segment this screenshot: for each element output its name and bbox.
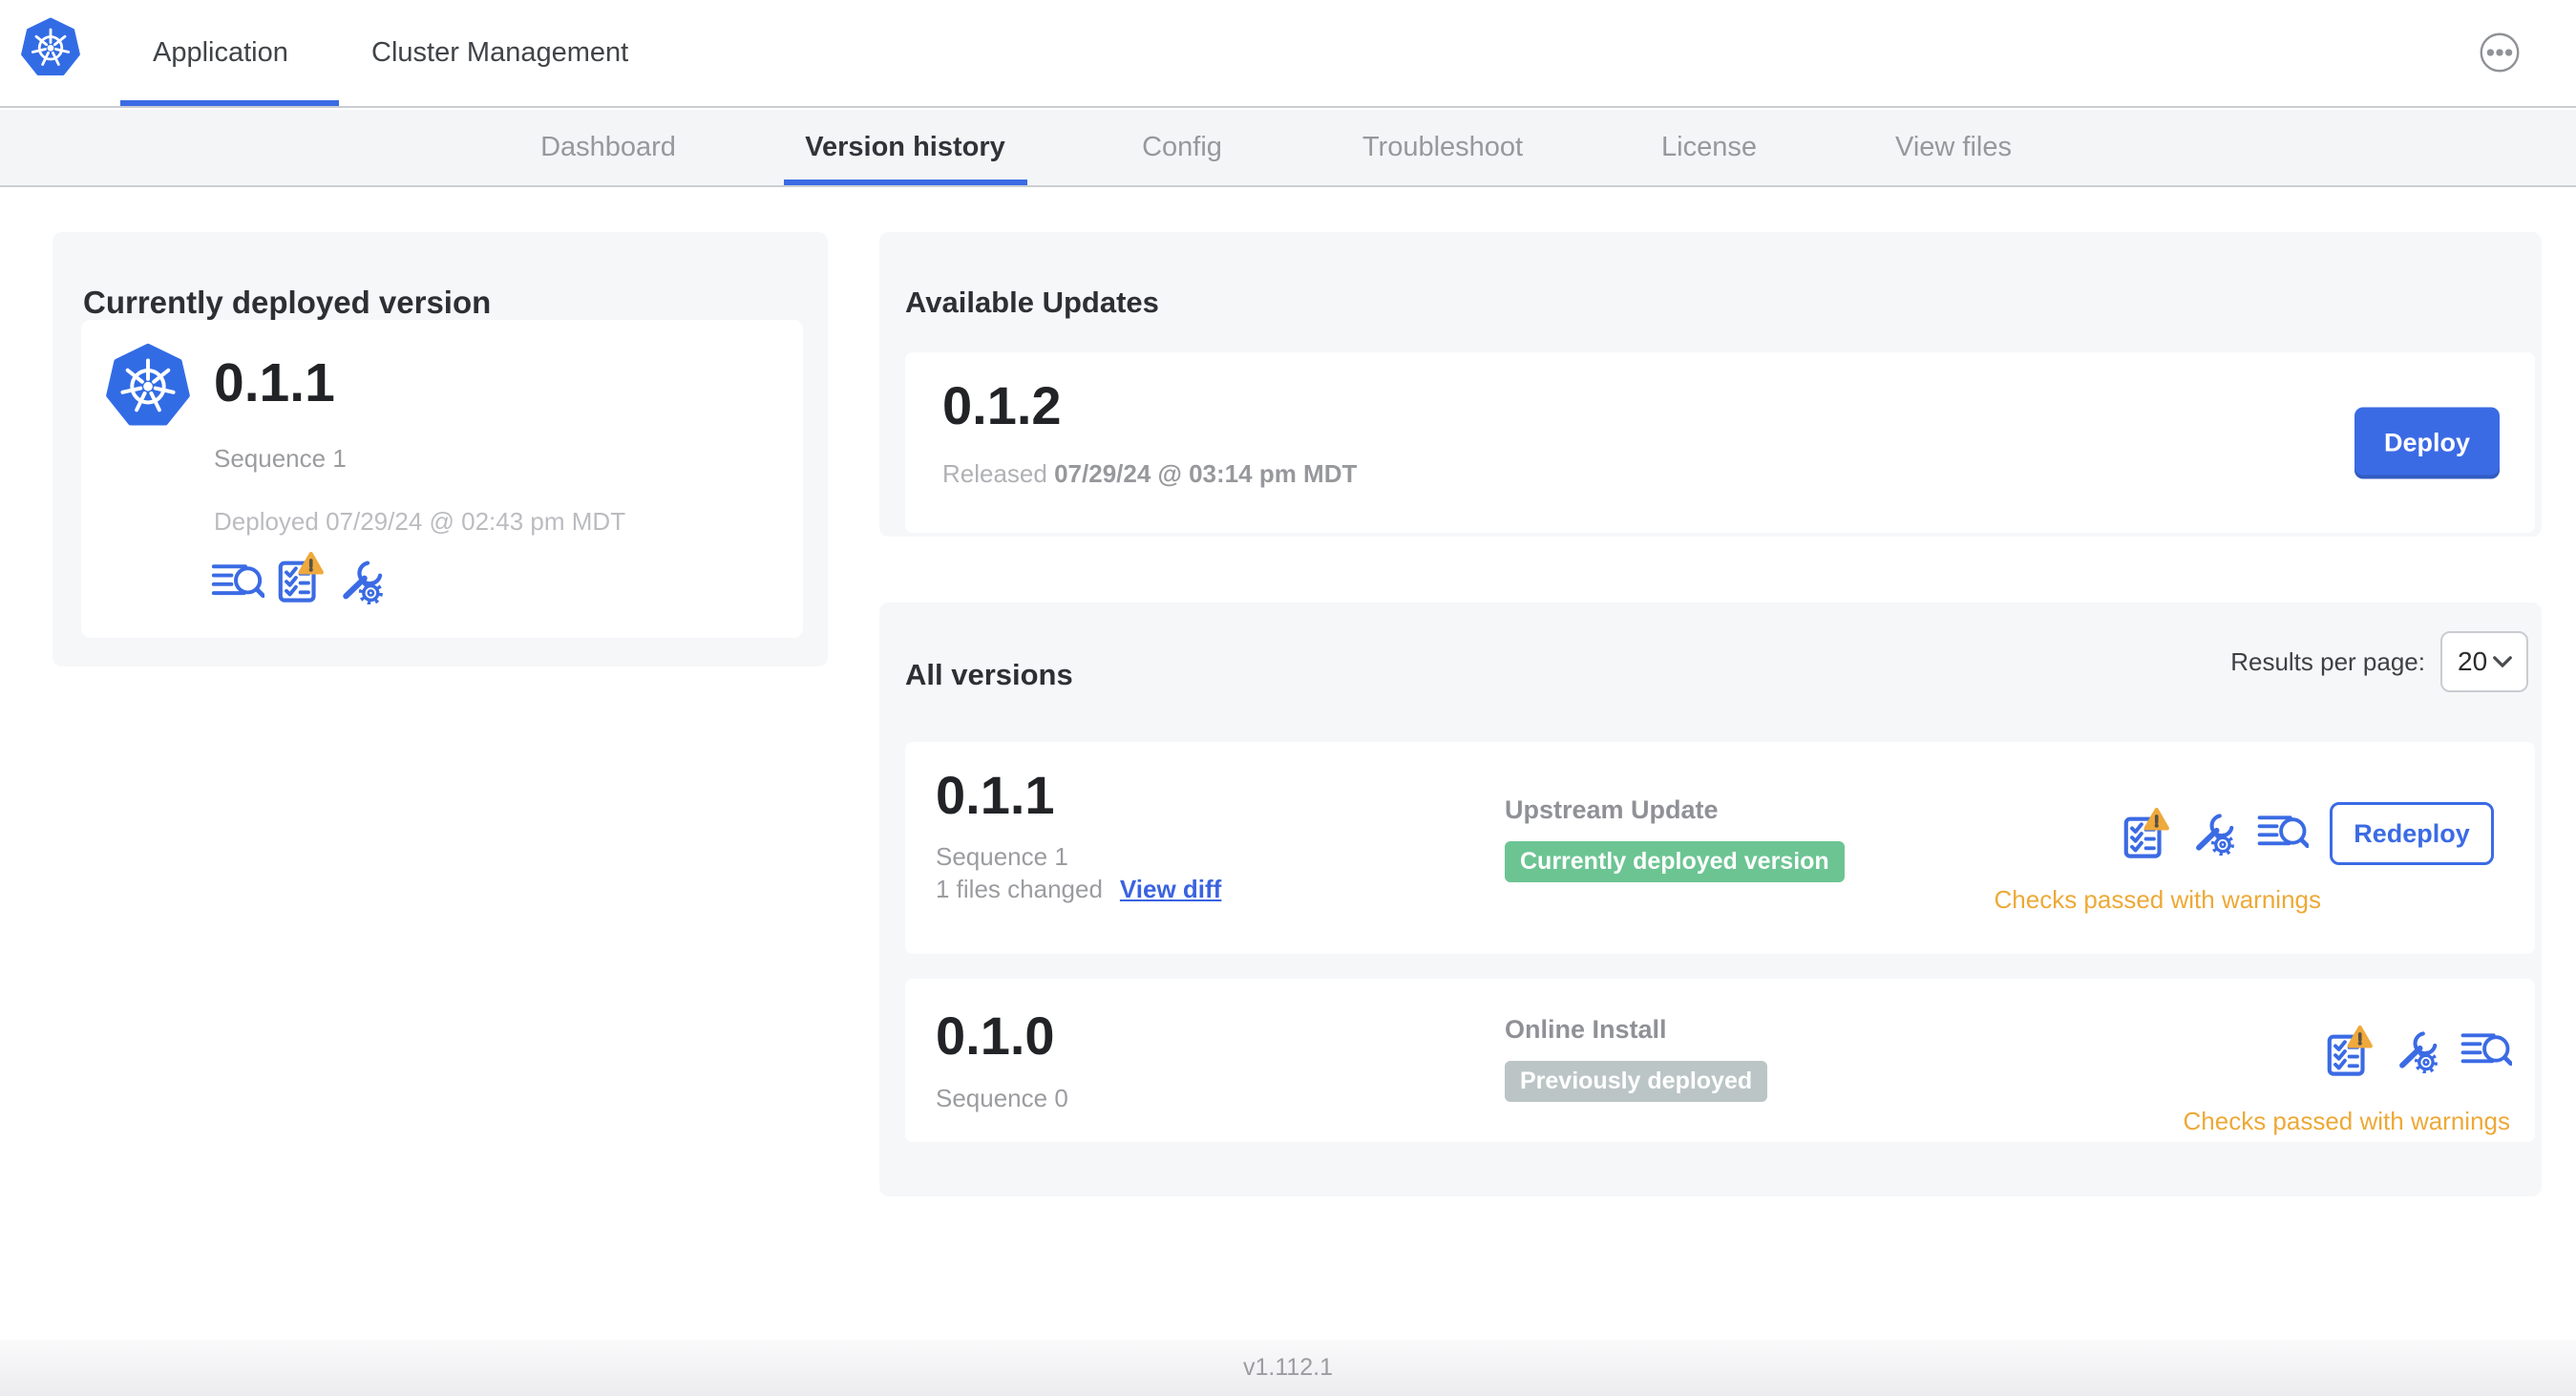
all-versions-card: All versions Results per page: 20 0.1.1 … [879, 603, 2542, 1196]
deploy-button[interactable]: Deploy [2354, 407, 2500, 478]
console-version: v1.112.1 [1242, 1354, 1334, 1381]
preflight-status-text: Checks passed with warnings [2183, 1107, 2511, 1135]
config-wrench-icon[interactable] [339, 559, 385, 605]
subnav-tab-dashboard-label: Dashboard [540, 132, 676, 162]
tab-application-label: Application [153, 37, 288, 68]
preflight-status-text: Checks passed with warnings [1994, 885, 2322, 914]
page-footer: v1.112.1 [0, 1340, 2576, 1396]
subnav-tab-license[interactable]: License [1661, 110, 1757, 185]
preflight-checks-warning-icon[interactable] [2327, 1025, 2375, 1078]
current-version-number: 0.1.1 [214, 352, 335, 413]
subnav-tab-troubleshoot-label: Troubleshoot [1362, 132, 1524, 162]
preflight-checks-warning-icon[interactable] [278, 551, 326, 604]
available-updates-title: Available Updates [905, 285, 1159, 319]
version-row-0-1-1: 0.1.1 Sequence 1 1 files changed View di… [905, 742, 2535, 954]
overflow-menu-button[interactable] [2479, 32, 2521, 74]
release-notes-icon[interactable] [2257, 813, 2311, 855]
results-per-page-select[interactable]: 20 [2440, 631, 2528, 692]
app-kubernetes-icon [106, 341, 190, 429]
row-actions: Redeploy [2123, 802, 2494, 865]
currently-deployed-card: Currently deployed version 0.1.1 Sequenc… [53, 232, 828, 666]
tab-cluster-management[interactable]: Cluster Management [371, 0, 628, 106]
row-sequence: Sequence 1 [936, 842, 1068, 871]
app-sub-nav: Dashboard Version history Config Trouble… [0, 110, 2576, 187]
row-source: Online Install [1505, 1015, 1667, 1044]
config-wrench-icon[interactable] [2192, 812, 2236, 857]
subnav-tab-dashboard[interactable]: Dashboard [540, 110, 676, 185]
row-sequence: Sequence 0 [936, 1084, 1068, 1112]
tab-cluster-management-label: Cluster Management [371, 37, 629, 68]
row-version-number: 0.1.1 [936, 765, 1055, 825]
files-changed-label: 1 files changed [936, 875, 1103, 903]
release-notes-icon[interactable] [2460, 1030, 2514, 1072]
row-version-number: 0.1.0 [936, 1005, 1055, 1066]
subnav-tab-config-label: Config [1142, 132, 1222, 162]
status-badge: Previously deployed [1505, 1061, 1768, 1102]
status-badge: Currently deployed version [1505, 841, 1845, 882]
results-per-page-label: Results per page: [2230, 646, 2425, 676]
current-version-sequence: Sequence 1 [214, 444, 347, 473]
version-row-0-1-0: 0.1.0 Sequence 0 Online Install Previous… [905, 979, 2535, 1142]
results-per-page-value: 20 [2458, 646, 2488, 676]
update-released-date: Released 07/29/24 @ 03:14 pm MDT [942, 459, 1357, 489]
release-notes-icon[interactable] [211, 561, 265, 604]
all-versions-title: All versions [905, 657, 1073, 691]
subnav-tab-config[interactable]: Config [1142, 110, 1222, 185]
released-date: 07/29/24 @ 03:14 pm MDT [1054, 459, 1358, 488]
results-per-page: Results per page: 20 [2230, 631, 2528, 692]
active-tab-underline [120, 100, 339, 106]
released-prefix: Released [942, 459, 1047, 488]
admin-console-page: Application Cluster Management Dashboard… [0, 0, 2576, 1396]
view-diff-link[interactable]: View diff [1120, 875, 1221, 904]
currently-deployed-panel: 0.1.1 Sequence 1 Deployed 07/29/24 @ 02:… [81, 320, 803, 638]
current-version-actions [211, 551, 385, 605]
top-nav: Application Cluster Management [0, 0, 2576, 108]
subnav-tab-view-files[interactable]: View files [1895, 110, 2012, 185]
current-version-deployed-date: Deployed 07/29/24 @ 02:43 pm MDT [214, 507, 626, 536]
tab-application[interactable]: Application [153, 0, 288, 106]
subnav-tab-license-label: License [1661, 132, 1757, 162]
kubernetes-logo-icon [21, 15, 80, 78]
subnav-tab-troubleshoot[interactable]: Troubleshoot [1362, 110, 1523, 185]
subnav-tab-version-history-label: Version history [805, 132, 1005, 162]
row-source: Upstream Update [1505, 795, 1719, 824]
update-version-number: 0.1.2 [942, 375, 1062, 435]
subnav-tab-version-history[interactable]: Version history [805, 110, 1005, 185]
row-files-changed: 1 files changed View diff [936, 875, 1221, 904]
preflight-checks-warning-icon[interactable] [2123, 807, 2171, 860]
active-subnav-underline [784, 180, 1027, 185]
available-updates-card: Available Updates 0.1.2 Released 07/29/2… [879, 232, 2542, 537]
available-update-row: 0.1.2 Released 07/29/24 @ 03:14 pm MDT D… [905, 352, 2535, 533]
currently-deployed-title: Currently deployed version [83, 285, 492, 321]
row-actions [2327, 1025, 2514, 1078]
redeploy-button[interactable]: Redeploy [2330, 802, 2494, 865]
chevron-down-icon [2492, 655, 2513, 668]
config-wrench-icon[interactable] [2396, 1029, 2439, 1074]
subnav-tab-view-files-label: View files [1895, 132, 2012, 162]
